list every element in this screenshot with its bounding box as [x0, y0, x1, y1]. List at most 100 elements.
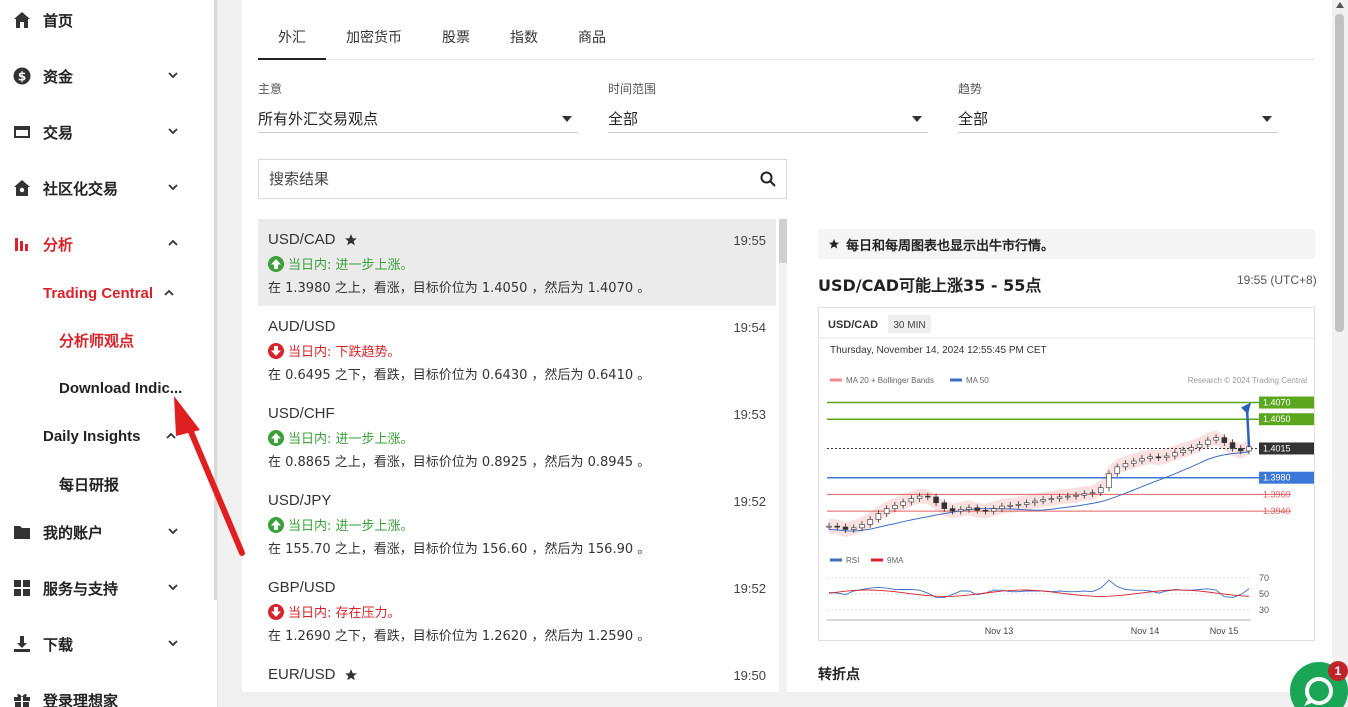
sidebar-item-download-indicators[interactable]: Download Indic...: [59, 373, 182, 403]
sidebar-item-label: 资金: [43, 67, 74, 86]
pair-name: USD/JPY: [268, 492, 766, 509]
pair-name: GBP/USD: [268, 579, 766, 596]
candle-body: [1122, 463, 1129, 468]
sidebar-item-funds[interactable]: $ 资金: [0, 56, 200, 96]
candle-body: [1007, 504, 1013, 507]
pair-name: USD/CAD: [268, 231, 766, 248]
pair-name: USD/CHF: [268, 405, 766, 422]
info-banner: 每日和每周图表也显示出牛市行情。: [818, 229, 1315, 259]
level-label: 1.4070: [1263, 398, 1291, 408]
sidebar-item-analysis[interactable]: 分析: [0, 224, 200, 264]
list-scrollbar[interactable]: [779, 219, 787, 692]
candle-body: [1238, 448, 1244, 452]
candle-body: [1032, 500, 1038, 504]
candle-body: [908, 498, 915, 503]
trend-line: 当日内: 存在压力。: [268, 602, 766, 621]
candle-body: [1155, 456, 1162, 459]
card-icon: [12, 122, 32, 142]
filter-trend-select[interactable]: 全部: [958, 105, 1278, 133]
candle-body: [1023, 502, 1030, 505]
filter-time-range-select[interactable]: 全部: [608, 105, 928, 133]
candle-body: [900, 501, 906, 506]
sidebar-item-trade[interactable]: 交易: [0, 112, 200, 152]
filter-value: 全部: [608, 110, 639, 128]
trend-text: 当日内: 存在压力。: [288, 606, 401, 621]
filter-trend: 趋势 全部: [958, 80, 1278, 133]
list-item[interactable]: USD/CHF 19:53 当日内: 进一步上涨。在 0.8865 之上，看涨，目标…: [258, 393, 776, 480]
main-panel: 外汇 加密货币 股票 指数 商品 主意 所有外汇交易观点 时间范围 全部 趋势 …: [242, 0, 1332, 692]
chart-interval: 30 MIN: [893, 320, 925, 331]
candle-body: [1114, 466, 1120, 474]
candle-body: [1229, 442, 1236, 449]
category-tabs: 外汇 加密货币 股票 指数 商品: [258, 20, 1314, 60]
filter-label: 趋势: [958, 82, 983, 96]
folder-icon: [12, 522, 32, 542]
tab-indices[interactable]: 指数: [490, 20, 558, 60]
idea-time: 19:53: [733, 407, 766, 422]
sidebar-item-services-support[interactable]: 服务与支持: [0, 568, 200, 608]
list-item[interactable]: GBP/USD 19:52 当日内: 存在压力。在 1.2690 之下，看跌，目标价…: [258, 567, 776, 654]
legend-rsi: RSI: [846, 556, 859, 565]
candle-body: [1106, 473, 1112, 489]
chevron-down-icon: [168, 128, 178, 135]
candle-body: [1098, 487, 1104, 494]
pair-label: AUD/USD: [268, 318, 336, 335]
pair-label: EUR/USD: [268, 666, 336, 683]
sidebar-item-label: 下载: [43, 635, 74, 654]
candle-body: [1180, 449, 1186, 453]
chevron-up-icon: [165, 432, 176, 439]
filter-label: 时间范围: [608, 82, 657, 96]
idea-description: 在 1.2690 之下，看跌，目标价位为 1.2620 ，然后为 1.2590 …: [268, 629, 651, 644]
candle-body: [1089, 492, 1096, 495]
candle-body: [1188, 447, 1195, 451]
page-scrollbar[interactable]: [1333, 0, 1348, 707]
scrollbar-thumb[interactable]: [779, 219, 787, 263]
search-icon[interactable]: [760, 171, 776, 187]
sidebar-item-label: 登录理想家: [43, 691, 119, 707]
candle-body: [867, 519, 873, 525]
candle-body: [842, 526, 849, 530]
chevron-down-icon: [168, 584, 178, 591]
candle-body: [966, 507, 972, 510]
scroll-up-arrow-icon[interactable]: [1336, 2, 1344, 8]
list-item[interactable]: USD/CAD 19:55 当日内: 进一步上涨。在 1.3980 之上，看涨，目标…: [258, 219, 776, 306]
list-item[interactable]: EUR/USD 19:50: [258, 654, 776, 692]
sidebar-item-trading-central[interactable]: Trading Central: [43, 278, 175, 308]
candle-body: [1172, 452, 1178, 457]
list-item[interactable]: AUD/USD 19:54 当日内: 下跌趋势。在 0.6495 之下，看跌，目标价…: [258, 306, 776, 393]
sidebar-item-download[interactable]: 下载: [0, 624, 200, 664]
candle-body: [1163, 455, 1170, 458]
tab-stocks[interactable]: 股票: [422, 20, 490, 60]
rsi-level-label: 30: [1259, 605, 1269, 615]
tab-crypto[interactable]: 加密货币: [326, 20, 422, 60]
chevron-up-icon: [168, 239, 178, 246]
scrollbar-thumb[interactable]: [1335, 14, 1344, 332]
candle-body: [982, 509, 989, 512]
filter-idea-select[interactable]: 所有外汇交易观点: [258, 105, 578, 133]
sidebar-scrollbar[interactable]: [214, 0, 217, 600]
sidebar-item-login-ideal-home[interactable]: 登录理想家: [0, 680, 200, 707]
sidebar-item-home[interactable]: 首页: [0, 0, 200, 40]
idea-description: 在 1.3980 之上，看涨，目标价位为 1.4050 ，然后为 1.4070 …: [268, 281, 651, 296]
trend-text: 当日内: 进一步上涨。: [288, 258, 414, 273]
filter-time-range: 时间范围 全部: [608, 80, 928, 133]
candle-body: [850, 527, 857, 530]
caret-down-icon: [562, 115, 572, 122]
candle-body: [859, 524, 865, 529]
trend-text: 当日内: 下跌趋势。: [288, 345, 401, 360]
ideas-list: USD/CAD 19:55 当日内: 进一步上涨。在 1.3980 之上，看涨，目标…: [258, 219, 776, 692]
list-item[interactable]: USD/JPY 19:52 当日内: 进一步上涨。在 155.70 之上，看涨，目标…: [258, 480, 776, 567]
tab-forex[interactable]: 外汇: [258, 20, 326, 60]
candle-body: [974, 507, 980, 511]
sidebar-item-my-account[interactable]: 我的账户: [0, 512, 200, 552]
idea-time: 19:54: [733, 320, 766, 335]
tab-commodities[interactable]: 商品: [558, 20, 626, 60]
chart-svg: USD/CAD 30 MIN Thursday, November 14, 2024…: [819, 315, 1316, 636]
sidebar-item-daily-report[interactable]: 每日研报: [59, 469, 119, 499]
sidebar-item-daily-insights[interactable]: Daily Insights: [43, 421, 177, 451]
search-input[interactable]: [269, 170, 709, 188]
tab-label: 加密货币: [346, 30, 402, 46]
sidebar-item-social-trading[interactable]: 社区化交易: [0, 168, 200, 208]
sidebar-item-analyst-views[interactable]: 分析师观点: [59, 325, 134, 355]
rsi-line: [828, 579, 1250, 598]
